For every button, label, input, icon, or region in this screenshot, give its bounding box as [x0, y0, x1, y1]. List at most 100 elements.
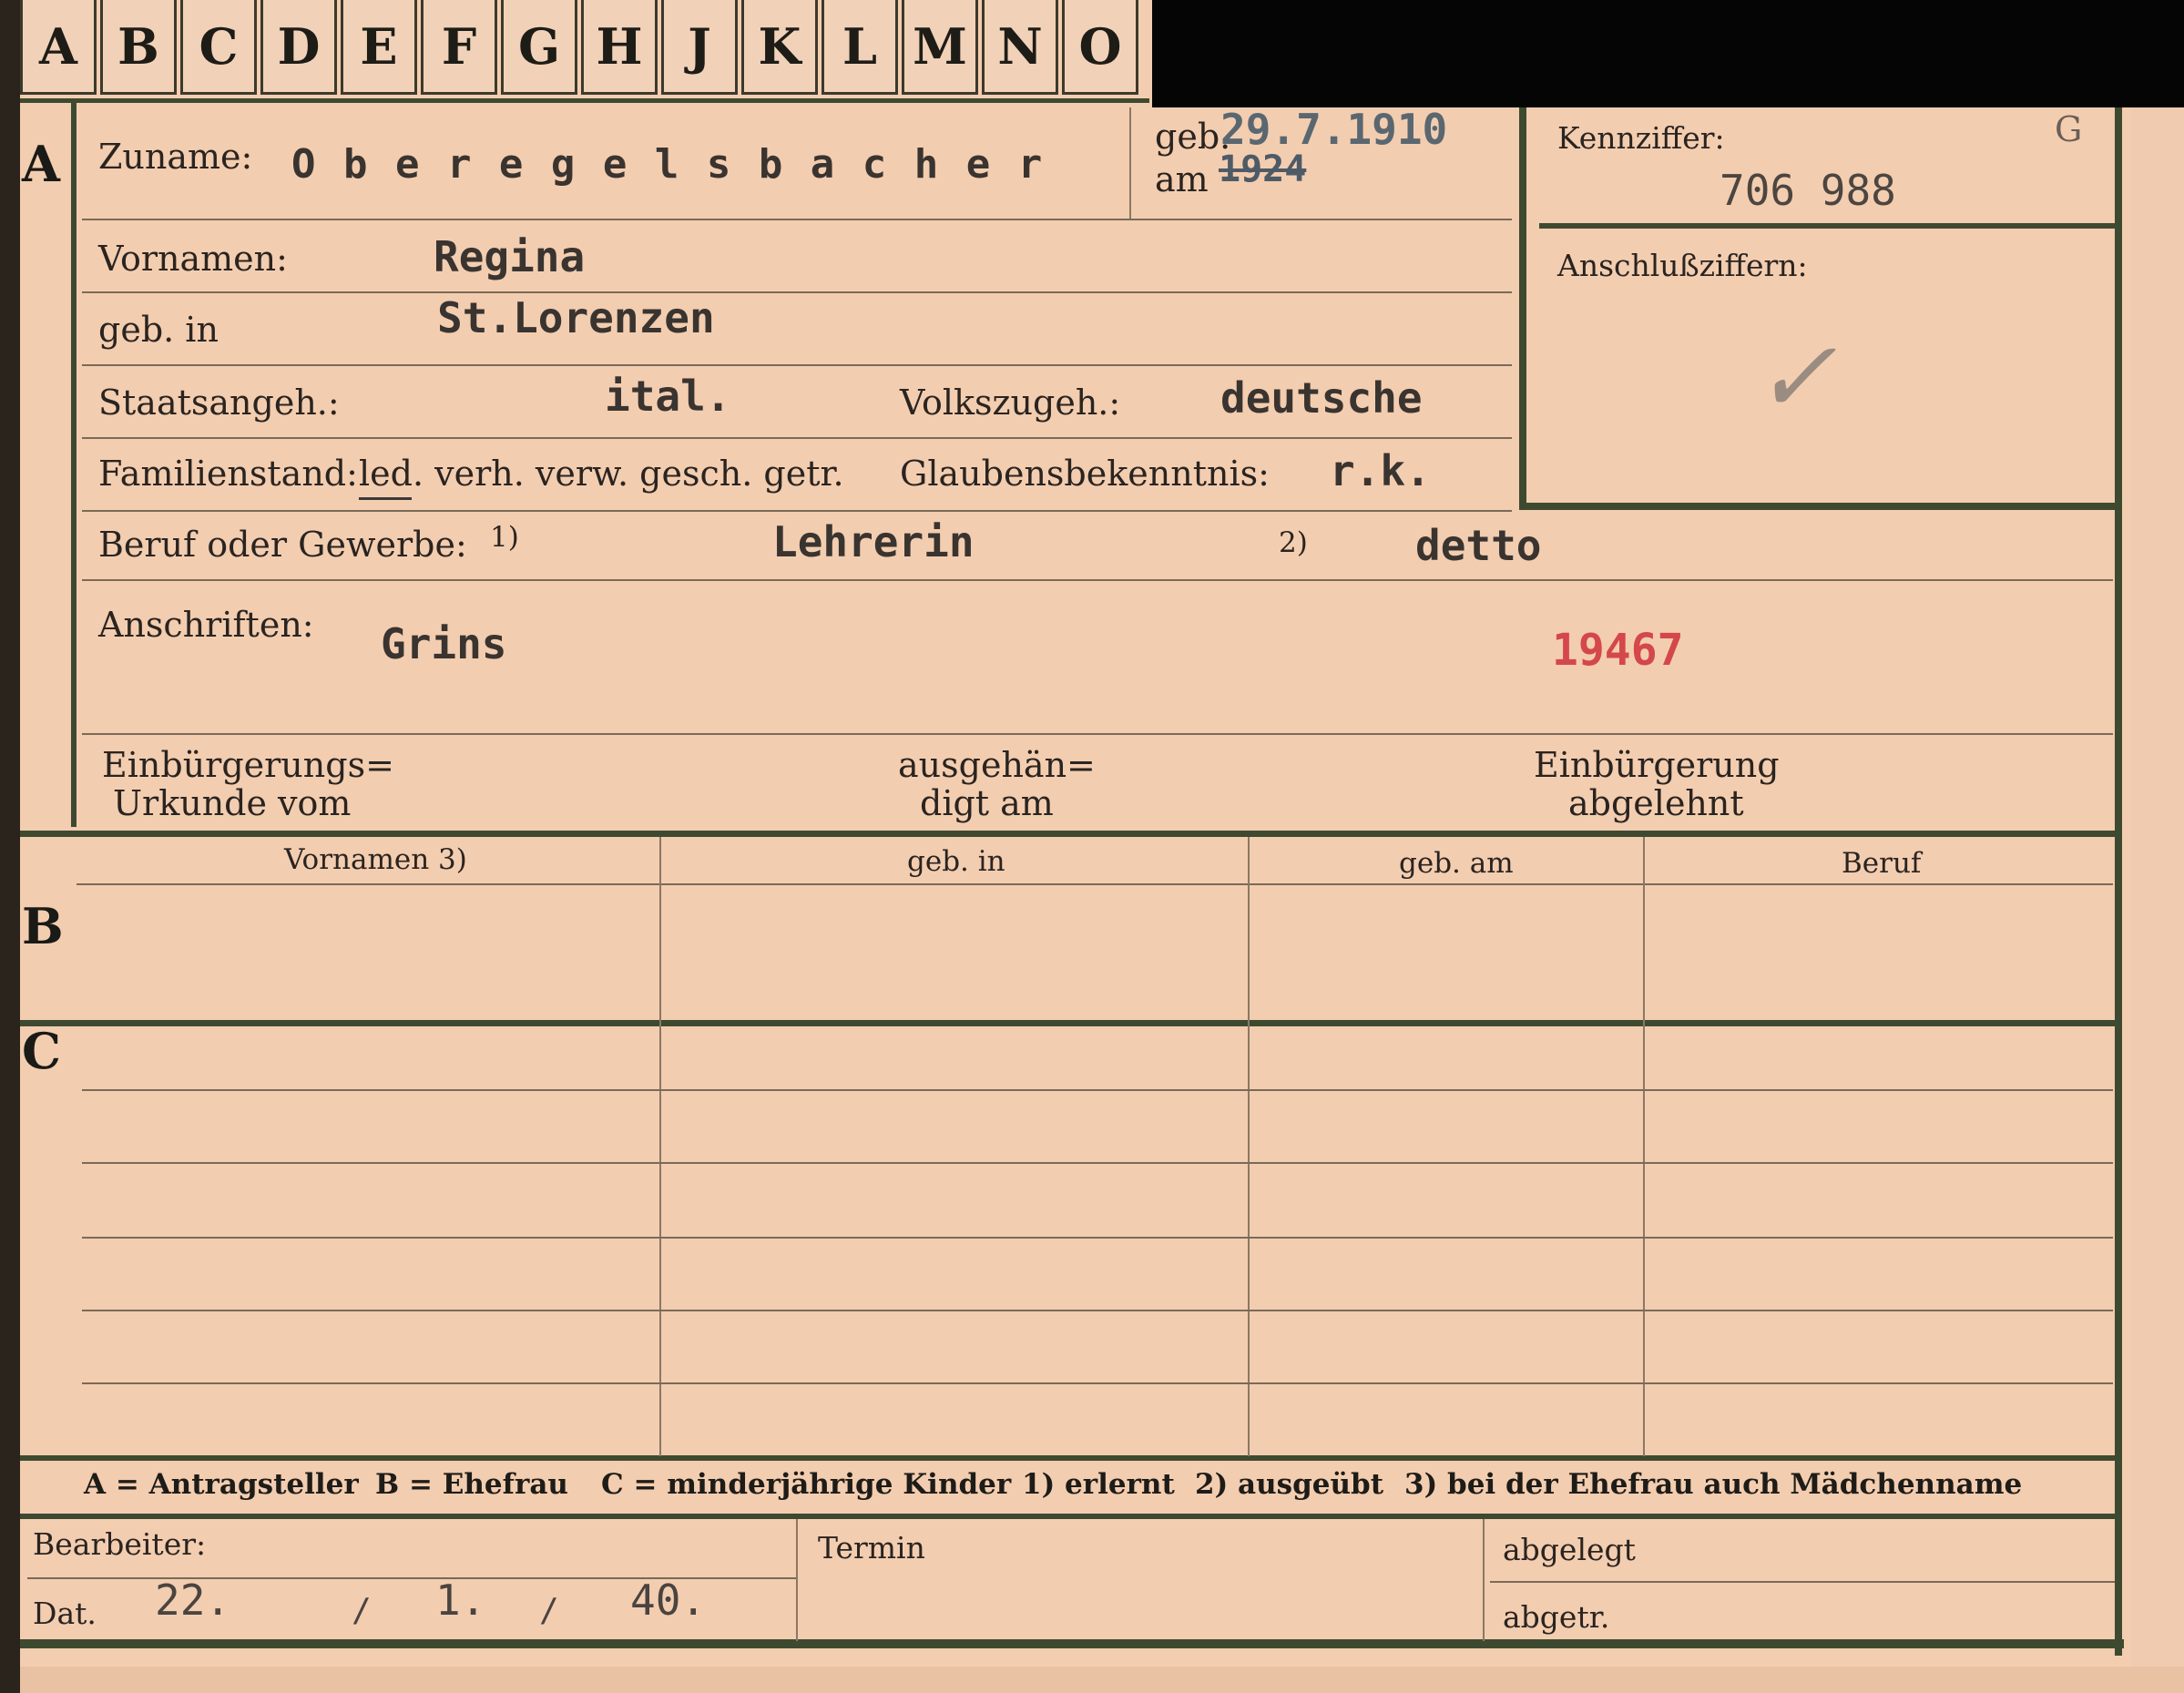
footer-divider-2 [1483, 1519, 1485, 1641]
tab-l[interactable]: L [822, 0, 898, 95]
tab-o[interactable]: O [1062, 0, 1138, 95]
abgetr-label: abgetr. [1503, 1599, 1610, 1635]
anschlussziffern-label: Anschlußziffern: [1557, 248, 1808, 283]
tab-n[interactable]: N [982, 0, 1058, 95]
dat-year: 40. [630, 1576, 707, 1625]
beruf-label: Beruf oder Gewerbe: [98, 525, 467, 565]
tab-b[interactable]: B [100, 0, 177, 95]
bearbeiter-label: Bearbeiter: [33, 1526, 207, 1562]
kennziffer-value: 706 988 [1720, 166, 1896, 215]
abgelegt-line [1490, 1581, 2115, 1583]
volkszugeh-label: Volkszugeh.: [900, 382, 1121, 423]
section-c-label: C [22, 1022, 61, 1080]
background-corner [1152, 0, 2184, 107]
zuname-divider [1129, 107, 1131, 219]
legend-note-2: 2) ausgeübt [1195, 1468, 1384, 1501]
einbuergerung-label-2: Urkunde vom [113, 783, 352, 823]
tab-g[interactable]: G [501, 0, 577, 95]
col-geb-am-header: geb. am [1399, 847, 1514, 880]
tab-f[interactable]: F [421, 0, 497, 95]
table-row [82, 1162, 2113, 1164]
card-left-edge [0, 0, 20, 1693]
dat-day: 22. [155, 1576, 231, 1625]
legend-c: C = minderjährige Kinder [601, 1468, 1012, 1501]
anschrift-value: Grins [381, 619, 507, 668]
termin-label: Termin [818, 1530, 925, 1566]
stamp-number: 19467 [1552, 625, 1684, 676]
volkszugeh-value: deutsche [1220, 373, 1423, 423]
legend-note-3: 3) bei der Ehefrau auch Mädchenname [1404, 1468, 2023, 1501]
beruf-value-1: Lehrerin [772, 517, 975, 566]
vornamen-label: Vornamen: [98, 239, 288, 279]
kennziffer-box-left [1519, 107, 1526, 508]
geb-date-value: 29.7.1910 [1220, 105, 1448, 154]
abgelehnt-label-1: Einbürgerung [1534, 745, 1780, 785]
tab-c[interactable]: C [180, 0, 257, 95]
legend-note-1: 1) erlernt [1022, 1468, 1175, 1501]
line-anschriften [82, 733, 2113, 735]
table-row [82, 1237, 2113, 1239]
dat-month: 1. [435, 1576, 486, 1625]
vornamen-value: Regina [434, 232, 586, 281]
line-beruf [82, 579, 2113, 581]
staatsangeh-value: ital. [605, 372, 731, 421]
tab-m[interactable]: M [902, 0, 978, 95]
legend-b: B = Ehefrau [375, 1468, 568, 1501]
ausgehaendigt-label-2: digt am [920, 783, 1054, 823]
section-c-top-rule [20, 1020, 2115, 1026]
geb-in-value: St.Lorenzen [437, 293, 715, 342]
right-rule [2115, 107, 2122, 1656]
tab-e[interactable]: E [341, 0, 417, 95]
tab-k[interactable]: K [741, 0, 818, 95]
line-familienstand [82, 510, 1512, 512]
col-divider-2 [1248, 837, 1250, 1456]
zuname-value: O b e r e g e l s b a c h e r [291, 141, 1045, 188]
tab-a[interactable]: A [20, 0, 97, 95]
tab-h[interactable]: H [581, 0, 658, 95]
top-rule [20, 98, 1149, 103]
table-row [82, 1382, 2113, 1384]
col-geb-in-header: geb. in [907, 845, 1005, 878]
section-b-top-rule [20, 831, 2115, 837]
card-bottom-margin [0, 1667, 2184, 1693]
dat-slash-2: / [539, 1592, 559, 1629]
kennziffer-box-bottom [1519, 503, 2115, 510]
glaube-value: r.k. [1330, 446, 1431, 495]
glaubensbekenntnis-label: Glaubensbekenntnis: [900, 454, 1270, 494]
beruf-value-2: detto [1415, 521, 1542, 570]
beruf-note-2: 2) [1279, 526, 1308, 559]
zuname-label: Zuname: [98, 137, 253, 177]
familienstand-underline [359, 497, 412, 500]
section-a-label: A [22, 135, 60, 193]
section-a-left-rule [71, 98, 77, 827]
dat-label: Dat. [33, 1596, 97, 1631]
familienstand-label: Familienstand: [98, 454, 358, 494]
col-divider-1 [659, 837, 661, 1456]
geb-in-label: geb. in [98, 310, 219, 350]
line-zuname [82, 219, 1512, 220]
tab-d[interactable]: D [260, 0, 337, 95]
geb-am-label-2: am [1155, 159, 1209, 199]
col-divider-3 [1643, 837, 1645, 1456]
tab-j[interactable]: J [661, 0, 738, 95]
section-b-label: B [22, 897, 64, 955]
bottom-rule [20, 1639, 2124, 1648]
table-row [82, 1089, 2113, 1091]
einbuergerung-label-1: Einbürgerungs= [102, 745, 394, 785]
geb-date-struck: 1924 [1219, 148, 1307, 190]
kennziffer-box-divider [1539, 223, 2115, 229]
section-b-header-line [77, 883, 2113, 885]
check-mark: ✓ [1753, 319, 1838, 435]
col-beruf-header: Beruf [1842, 847, 1922, 880]
table-row [82, 1310, 2113, 1311]
index-tabs: A B C D E F G H J K L M N O [20, 0, 1142, 98]
kennziffer-label: Kennziffer: [1557, 120, 1725, 156]
line-vornamen [82, 291, 1512, 293]
abgelehnt-label-2: abgelehnt [1568, 783, 1744, 823]
familienstand-options: led. verh. verw. gesch. getr. [359, 454, 844, 494]
ausgehaendigt-label-1: ausgehän= [898, 745, 1096, 785]
line-staatsangeh [82, 437, 1512, 439]
legend-top-rule [20, 1455, 2115, 1461]
col-vornamen-header: Vornamen 3) [284, 843, 467, 876]
footer-divider-1 [796, 1519, 798, 1641]
